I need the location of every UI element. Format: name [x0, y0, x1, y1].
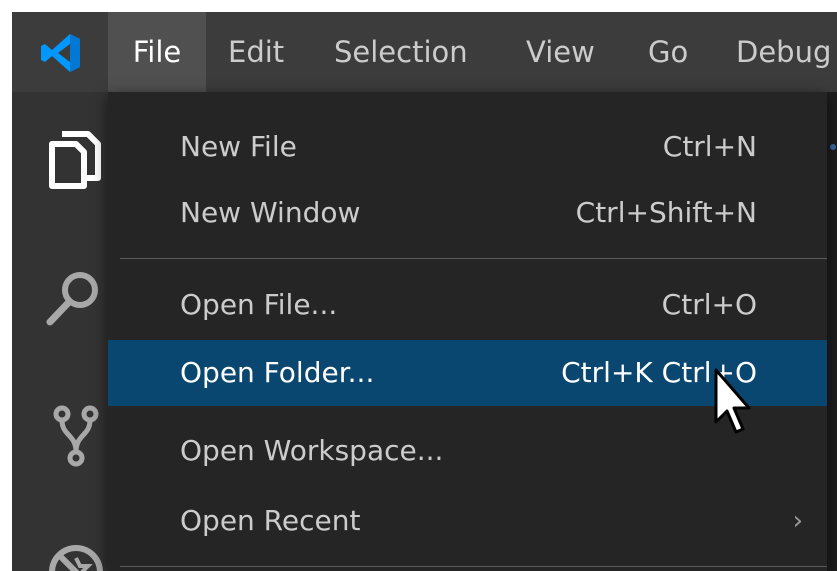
menu-item-shortcut: Ctrl+O — [661, 288, 757, 321]
menu-item-open-workspace[interactable]: Open Workspace... — [108, 418, 827, 484]
menu-item-new-file[interactable]: New File Ctrl+N — [108, 114, 827, 180]
menu-item-label: Open Workspace... — [180, 434, 444, 467]
menu-item-label: Open Folder... — [180, 356, 375, 389]
menu-item-label: Open File... — [180, 288, 338, 321]
vscode-window: File Edit Selection View Go Debug New Fi… — [12, 12, 837, 571]
tab-indicator-dot — [830, 144, 836, 150]
menu-item-shortcut: Ctrl+N — [662, 130, 757, 163]
menu-item-label: Open Recent — [180, 504, 361, 537]
files-icon[interactable] — [40, 126, 106, 192]
menu-item-shortcut: Ctrl+Shift+N — [575, 196, 757, 229]
menu-edit[interactable]: Edit — [228, 12, 284, 92]
source-control-icon[interactable] — [40, 402, 106, 468]
menu-item-shortcut: Ctrl+K Ctrl+O — [561, 356, 757, 389]
menu-item-new-window[interactable]: New Window Ctrl+Shift+N — [108, 180, 827, 246]
menu-item-open-folder[interactable]: Open Folder... Ctrl+K Ctrl+O — [108, 340, 827, 406]
menu-item-label: New File — [180, 130, 297, 163]
vscode-logo-icon — [41, 34, 80, 72]
extensions-icon[interactable] — [40, 532, 106, 571]
menu-separator — [120, 566, 827, 567]
chevron-right-icon: › — [792, 506, 803, 536]
search-icon[interactable] — [40, 266, 106, 332]
menu-selection[interactable]: Selection — [334, 12, 468, 92]
menu-item-open-file[interactable]: Open File... Ctrl+O — [108, 272, 827, 338]
menu-debug[interactable]: Debug — [736, 12, 831, 92]
menu-view[interactable]: View — [526, 12, 595, 92]
menu-go[interactable]: Go — [648, 12, 688, 92]
menu-item-open-recent[interactable]: Open Recent › — [108, 488, 827, 554]
editor-area-edge — [827, 92, 837, 571]
file-menu-dropdown: New File Ctrl+N New Window Ctrl+Shift+N … — [108, 92, 827, 571]
menu-item-label: New Window — [180, 196, 361, 229]
menu-file[interactable]: File — [108, 12, 206, 92]
activity-bar — [12, 92, 108, 571]
menu-separator — [120, 258, 827, 259]
menu-bar: File Edit Selection View Go Debug — [12, 12, 837, 92]
